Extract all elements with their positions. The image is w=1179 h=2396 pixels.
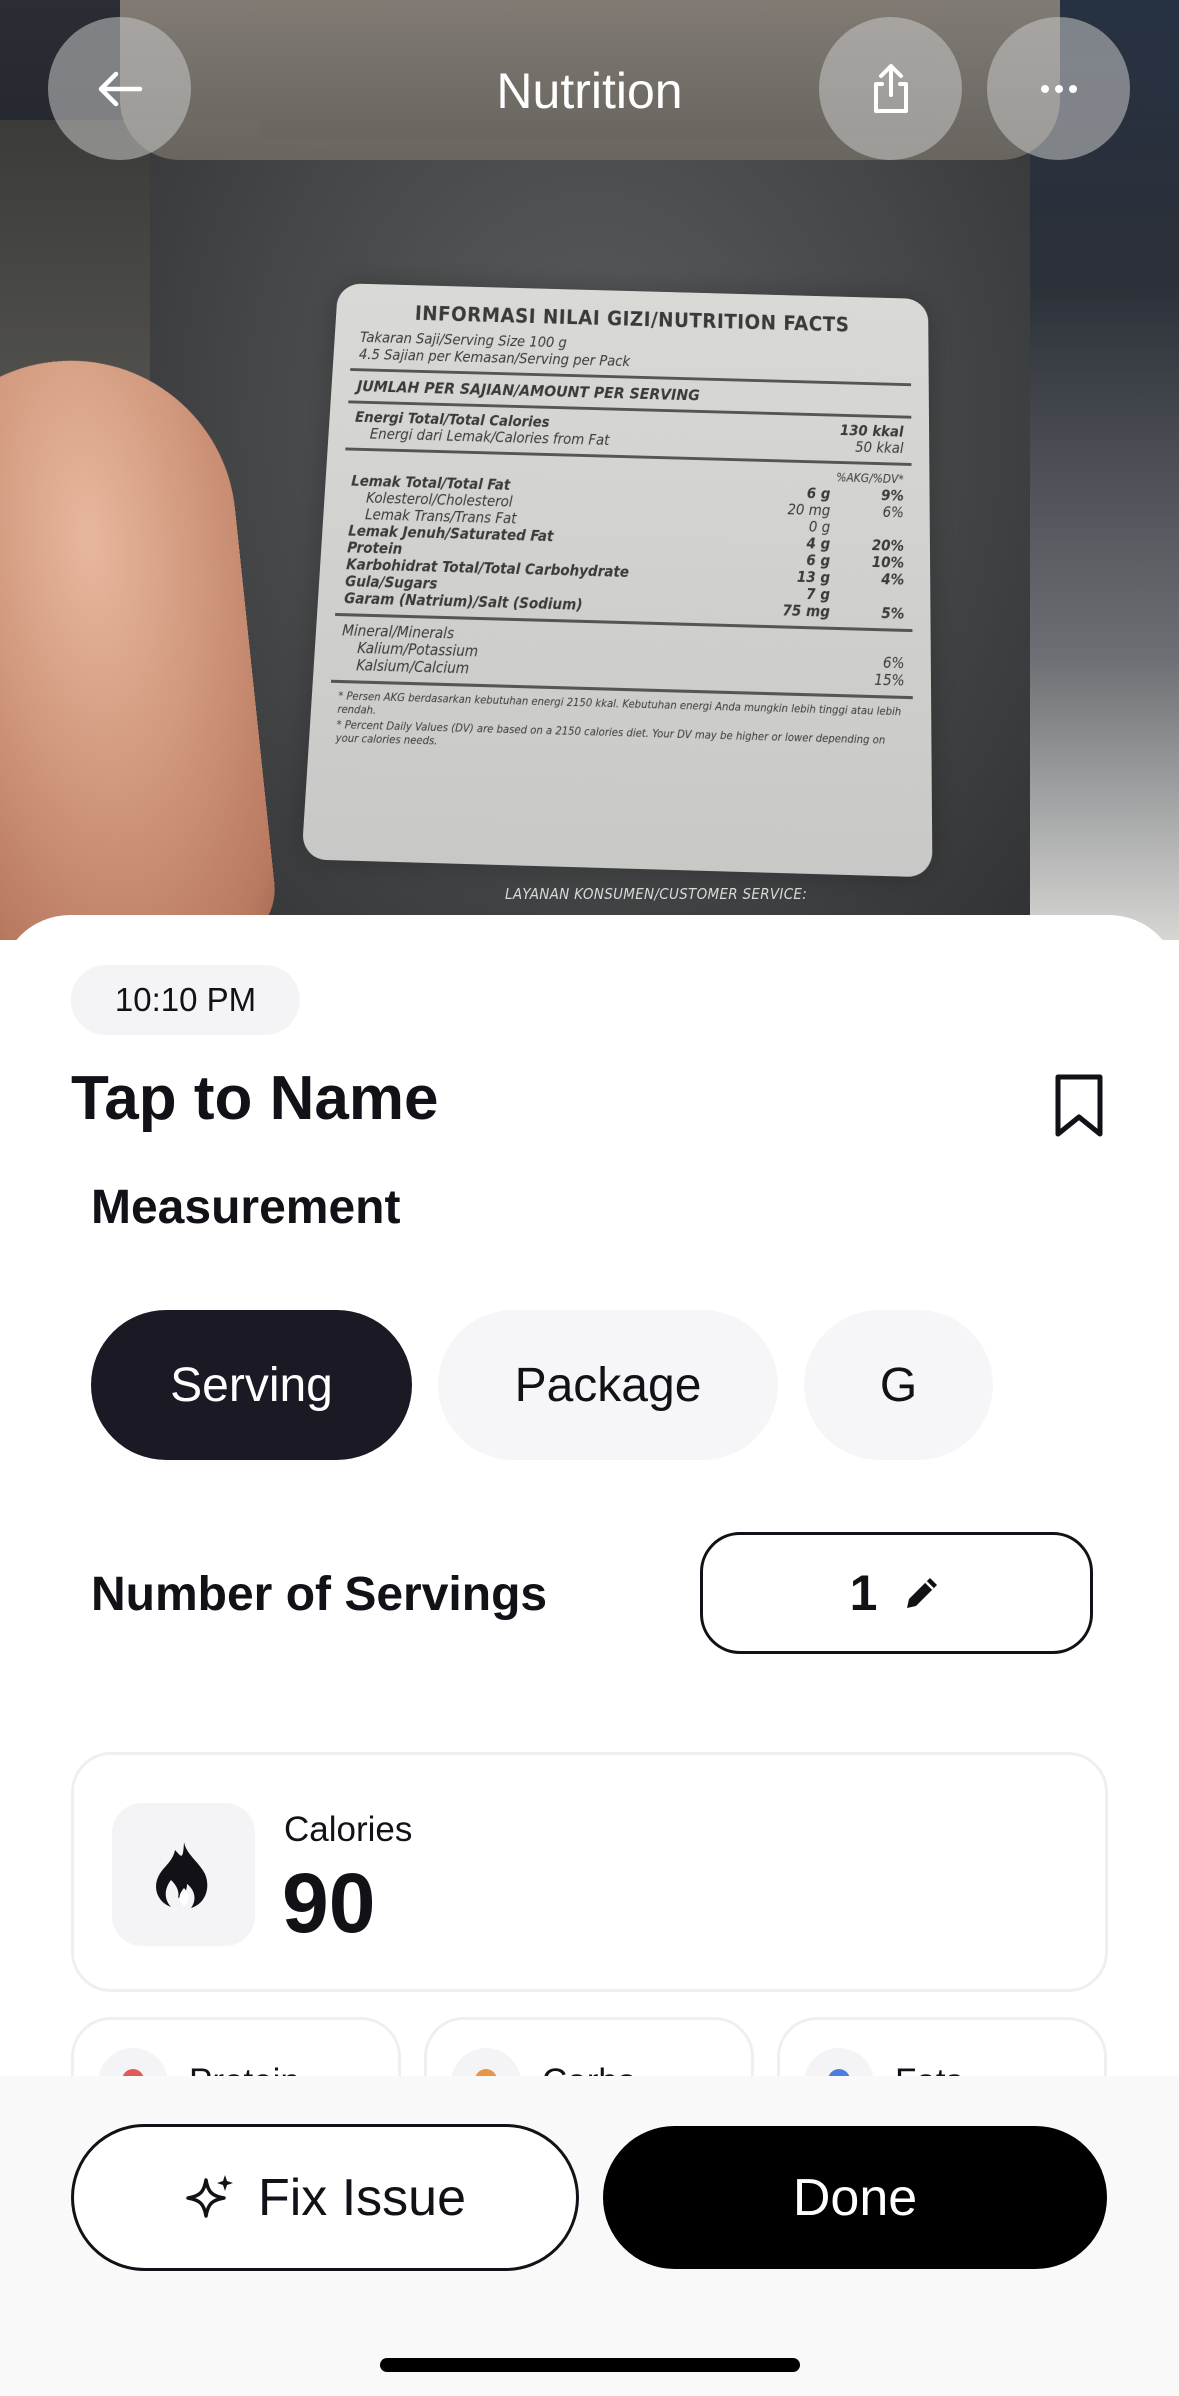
label-dv-header: %AKG/%DV*: [836, 470, 904, 487]
more-button[interactable]: [987, 17, 1130, 160]
fix-issue-button[interactable]: Fix Issue: [71, 2124, 579, 2271]
label-energy-fat-value: 50 kkal: [855, 438, 904, 457]
food-name[interactable]: Tap to Name: [71, 1063, 438, 1134]
label-calcium-dv: 15%: [874, 670, 905, 690]
nutrition-label: INFORMASI NILAI GIZI/NUTRITION FACTS Tak…: [301, 283, 933, 878]
label-nutrient-values: 75 mg 5%: [763, 601, 905, 623]
label-nutrient-rows: Lemak Total/Total Fat 6 g 9% Kolesterol/Cho…: [344, 472, 905, 623]
label-nutrient-dv: 5%: [881, 604, 905, 623]
share-icon: [873, 63, 908, 113]
measurement-option-grams[interactable]: G: [804, 1310, 993, 1460]
time-chip: 10:10 PM: [71, 965, 300, 1035]
label-nutrient-amount: 4 g: [806, 534, 831, 553]
done-button[interactable]: Done: [603, 2126, 1107, 2269]
calories-icon-tile: [112, 1803, 255, 1946]
measurement-option-package[interactable]: Package: [438, 1310, 778, 1460]
label-potassium-dv: 6%: [882, 653, 905, 673]
more-dots-icon: [1040, 84, 1077, 93]
pencil-icon: [907, 1578, 938, 1608]
calories-label: Calories: [284, 1810, 413, 1849]
label-calcium: Kalsium/Calcium: [355, 656, 470, 678]
label-nutrient-amount: 75 mg: [782, 601, 830, 621]
label-nutrient-dv: 20%: [871, 536, 905, 555]
servings-input[interactable]: 1: [700, 1532, 1093, 1654]
calories-value: 90: [282, 1856, 376, 1950]
bookmark-icon[interactable]: [1050, 1073, 1108, 1139]
calories-card[interactable]: Calories 90: [71, 1752, 1108, 1992]
label-nutrient-dv: [860, 587, 904, 605]
measurement-label: Measurement: [91, 1181, 401, 1234]
label-nutrient-amount: 7 g: [806, 585, 831, 604]
flame-icon: [155, 1841, 207, 1908]
servings-value: 1: [849, 1565, 878, 1621]
home-indicator: [380, 2358, 800, 2372]
label-nutrient-amount: 20 mg: [787, 500, 831, 520]
share-button[interactable]: [819, 17, 962, 160]
label-customer-service: LAYANAN KONSUMEN/CUSTOMER SERVICE:: [505, 885, 808, 903]
food-photo: INFORMASI NILAI GIZI/NUTRITION FACTS Tak…: [0, 0, 1179, 940]
label-nutrient-dv: [860, 520, 904, 538]
sparkle-icon: [186, 2174, 233, 2218]
label-nutrient-amount: 0 g: [808, 517, 831, 537]
label-nutrient-amount: 6 g: [806, 484, 831, 503]
fix-issue-label: Fix Issue: [257, 2168, 467, 2227]
label-nutrient-dv: 10%: [871, 553, 905, 572]
label-nutrient-dv: 9%: [881, 486, 904, 505]
bottom-action-bar: Fix Issue Done: [0, 2076, 1179, 2396]
label-nutrient-amount: 13 g: [796, 567, 831, 587]
label-nutrient-amount: 6 g: [806, 551, 831, 570]
label-nutrient-dv: 4%: [881, 570, 905, 589]
servings-label: Number of Servings: [91, 1568, 548, 1621]
measurement-option-serving[interactable]: Serving: [91, 1310, 412, 1460]
label-nutrient-dv: 6%: [882, 503, 904, 522]
